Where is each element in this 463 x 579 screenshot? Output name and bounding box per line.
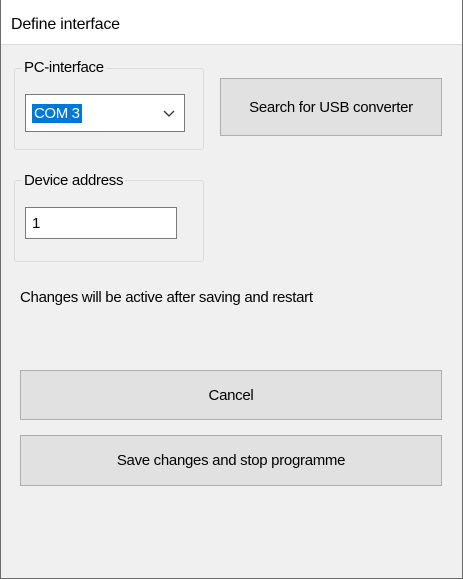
- device-address-value: 1: [32, 215, 41, 232]
- save-and-stop-button[interactable]: Save changes and stop programme: [20, 435, 442, 486]
- title-bar: Define interface: [1, 0, 462, 45]
- search-usb-converter-button[interactable]: Search for USB converter: [220, 78, 442, 136]
- define-interface-dialog: Define interface PC-interface COM 3 Sear…: [0, 0, 463, 579]
- search-usb-converter-label: Search for USB converter: [249, 98, 413, 116]
- cancel-button[interactable]: Cancel: [20, 370, 442, 420]
- pc-interface-select[interactable]: COM 3: [25, 94, 185, 132]
- cancel-button-label: Cancel: [208, 386, 254, 404]
- pc-interface-group-label: PC-interface: [22, 59, 106, 76]
- device-address-group-label: Device address: [22, 172, 126, 189]
- info-text: Changes will be active after saving and …: [20, 289, 313, 306]
- window-title: Define interface: [11, 16, 120, 33]
- device-address-input[interactable]: 1: [25, 207, 177, 239]
- chevron-down-icon[interactable]: [163, 108, 175, 118]
- save-and-stop-button-label: Save changes and stop programme: [116, 452, 346, 469]
- pc-interface-selected-value: COM 3: [32, 104, 82, 123]
